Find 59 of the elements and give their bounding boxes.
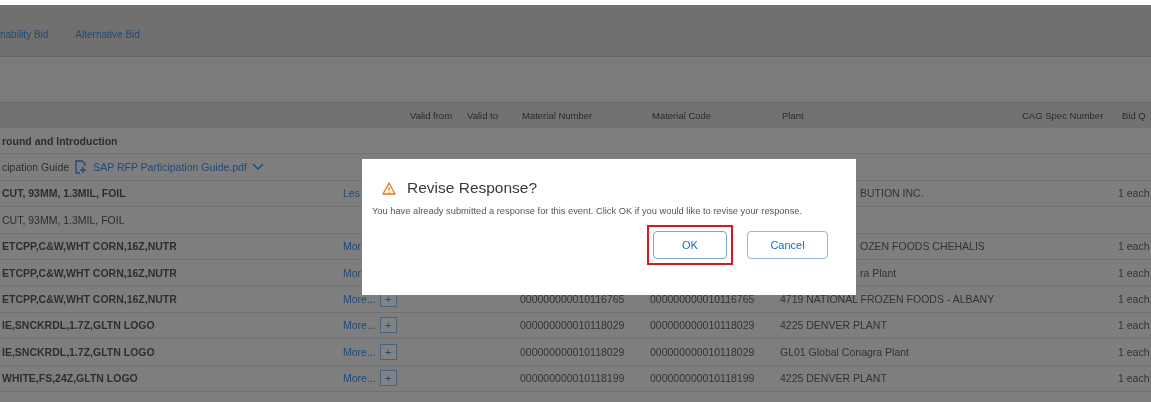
- chevron-down-icon[interactable]: [251, 163, 264, 172]
- expand-button[interactable]: +: [379, 343, 397, 360]
- item-description: IE,SNCKRDL,1.7Z,GLTN LOGO: [1, 345, 156, 358]
- expand-button[interactable]: +: [379, 317, 397, 334]
- table-cell: OZEN FOODS CHEHALIS: [860, 240, 985, 253]
- cancel-button[interactable]: Cancel: [747, 231, 828, 259]
- column-header: Material Code: [651, 110, 713, 121]
- table-cell: 000000000010118029: [520, 345, 625, 358]
- attachment-label: cipation Guide: [1, 161, 70, 174]
- table-cell: 000000000010118199: [650, 372, 755, 385]
- item-description: IE,SNCKRDL,1.7Z,GLTN LOGO: [1, 319, 156, 332]
- more-link[interactable]: Les: [343, 187, 360, 200]
- section-title: round and Introduction: [1, 134, 118, 147]
- expand-button[interactable]: +: [379, 370, 397, 387]
- warning-icon: [382, 181, 396, 195]
- column-header: Valid from: [409, 110, 454, 121]
- table-cell: GL01 Global Conagra Plant: [780, 345, 909, 358]
- table-cell: 1 each: [1118, 240, 1150, 253]
- dialog-title: Revise Response?: [407, 179, 538, 197]
- item-description: CUT, 93MM, 1.3MIL, FOIL: [1, 187, 127, 200]
- table-cell: 000000000010118029: [650, 319, 755, 332]
- attachment-icon: [74, 160, 89, 175]
- column-header: Plant: [781, 110, 805, 121]
- column-header: Bid Q: [1121, 110, 1147, 121]
- ok-button[interactable]: OK: [653, 231, 727, 259]
- tab[interactable]: nability Bid: [0, 29, 49, 40]
- item-description: CUT, 93MM, 1.3MIL, FOIL: [1, 213, 126, 226]
- column-header: Valid to: [466, 110, 499, 121]
- table-cell: 1 each: [1118, 266, 1150, 279]
- table-cell: ra Plant: [860, 266, 897, 279]
- more-link[interactable]: Mor: [343, 266, 362, 279]
- table-cell: 1 each: [1118, 319, 1150, 332]
- more-link[interactable]: More...: [343, 293, 376, 306]
- table-cell: BUTION INC.: [860, 187, 924, 200]
- table-cell: 000000000010118029: [520, 319, 625, 332]
- table-cell: 1 each: [1118, 372, 1150, 385]
- item-description: ETCPP,C&W,WHT CORN,16Z,NUTR: [1, 293, 178, 306]
- table-cell: 1 each: [1118, 345, 1150, 358]
- more-link[interactable]: More...: [343, 319, 376, 332]
- more-link[interactable]: Mor: [343, 240, 362, 253]
- item-description: ETCPP,C&W,WHT CORN,16Z,NUTR: [1, 266, 178, 279]
- table-cell: 4225 DENVER PLANT: [780, 372, 887, 385]
- table-cell: 4719 NATIONAL FROZEN FOODS - ALBANY: [780, 293, 995, 306]
- dialog-message: You have already submitted a response for this event. Click OK if you would like to revise your response.: [372, 206, 804, 216]
- tab[interactable]: Alternative Bid: [75, 29, 140, 40]
- table-cell: 000000000010116765: [520, 293, 625, 306]
- column-header: CAG Spec Number: [1021, 110, 1105, 121]
- table-cell: 1 each: [1118, 187, 1150, 200]
- table-cell: 1 each: [1118, 293, 1150, 306]
- item-description: ETCPP,C&W,WHT CORN,16Z,NUTR: [1, 240, 178, 253]
- table-cell: 000000000010116765: [650, 293, 755, 306]
- table-cell: 000000000010118199: [520, 372, 625, 385]
- item-description: WHITE,FS,24Z,GLTN LOGO: [1, 372, 139, 385]
- table-cell: 4225 DENVER PLANT: [780, 319, 887, 332]
- column-header: Material Number: [521, 110, 594, 121]
- more-link[interactable]: More...: [343, 372, 376, 385]
- attachment-link[interactable]: SAP RFP Participation Guide.pdf: [93, 161, 247, 174]
- more-link[interactable]: More...: [343, 345, 376, 358]
- table-cell: 000000000010118029: [650, 345, 755, 358]
